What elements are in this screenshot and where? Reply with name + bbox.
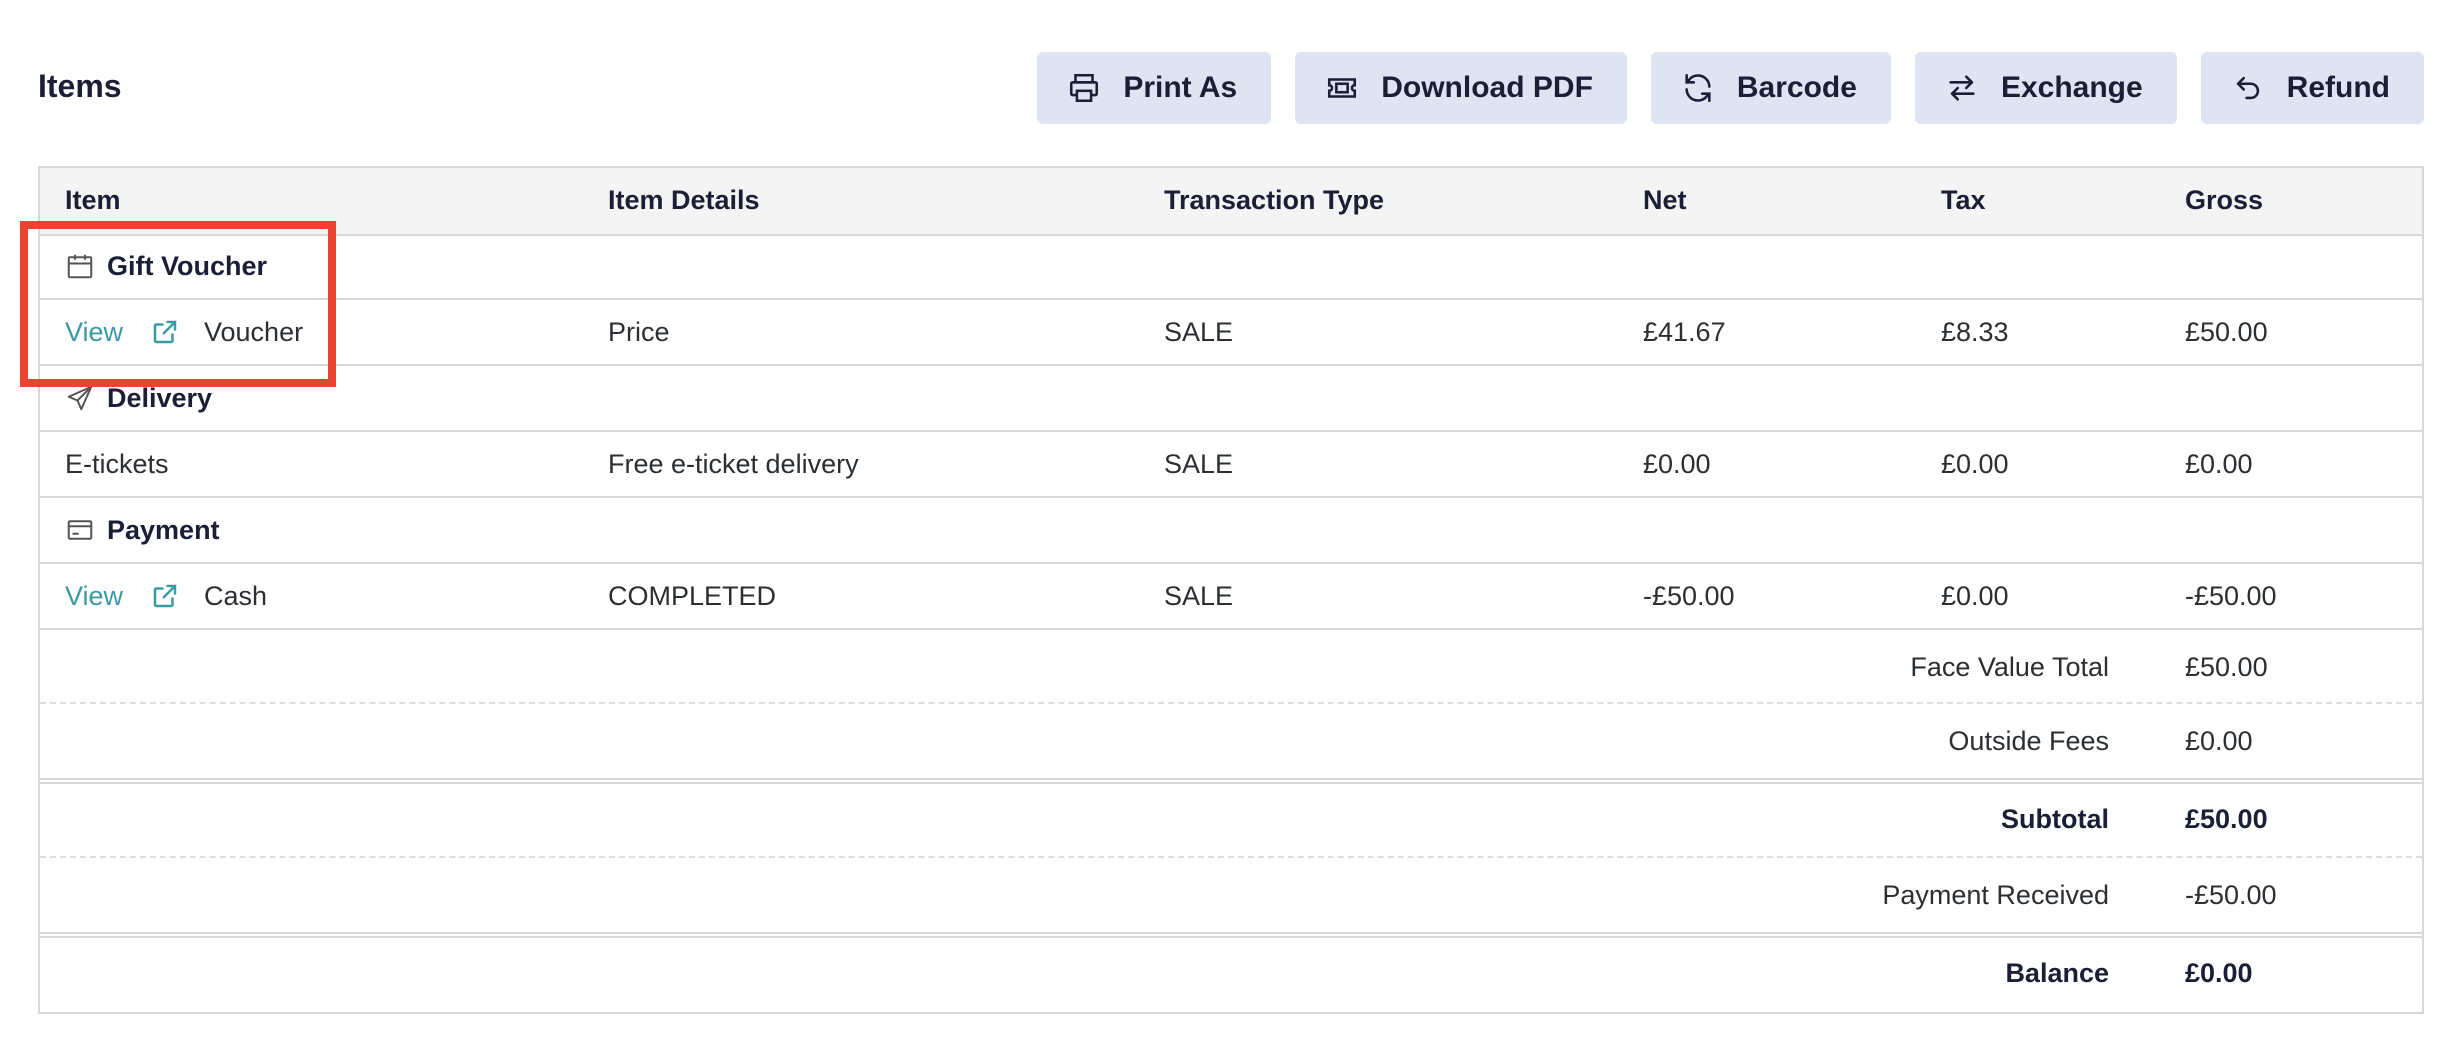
table-row: View Cash COMPLETED SALE -£50.00 £0.00 -… bbox=[40, 564, 2422, 630]
refresh-icon bbox=[1685, 73, 1711, 103]
gross-value: £0.00 bbox=[2185, 449, 2253, 479]
net-value: £41.67 bbox=[1643, 317, 1726, 347]
toolbar: Print As Download PDF Barcode Exchange R… bbox=[1037, 52, 2424, 124]
item-details: Price bbox=[608, 317, 670, 347]
table-header: Item Item Details Transaction Type Net T… bbox=[40, 168, 2422, 236]
payment-received-label: Payment Received bbox=[1882, 880, 2109, 910]
table-row: View Voucher Price SALE £41.67 £8.33 £50… bbox=[40, 300, 2422, 366]
ticket-icon bbox=[1328, 78, 1357, 98]
item-name: Cash bbox=[204, 581, 268, 611]
refund-button[interactable]: Refund bbox=[2200, 52, 2424, 124]
external-link-icon[interactable] bbox=[150, 581, 180, 611]
view-link[interactable]: View bbox=[65, 564, 123, 628]
barcode-label: Barcode bbox=[1736, 71, 1857, 104]
exchange-label: Exchange bbox=[2000, 71, 2143, 104]
item-details: Free e-ticket delivery bbox=[608, 449, 859, 479]
tax-value: £8.33 bbox=[1941, 317, 2009, 347]
col-tax: Tax bbox=[1941, 185, 1986, 215]
col-gross: Gross bbox=[2185, 185, 2264, 215]
payment-received-value: -£50.00 bbox=[2185, 880, 2277, 910]
face-value-total-row: Face Value Total £50.00 bbox=[40, 630, 2422, 704]
balance-value: £0.00 bbox=[2185, 958, 2253, 988]
subtotal-row: Subtotal £50.00 bbox=[40, 778, 2422, 858]
print-as-label: Print As bbox=[1123, 71, 1238, 104]
group-label-text: Payment bbox=[107, 515, 220, 545]
col-item-details: Item Details bbox=[608, 185, 760, 215]
group-row-delivery: Delivery bbox=[40, 366, 2422, 432]
printer-icon bbox=[1070, 73, 1099, 103]
tax-value: £0.00 bbox=[1941, 581, 2009, 611]
gross-value: -£50.00 bbox=[2185, 581, 2277, 611]
calendar-icon bbox=[67, 254, 93, 279]
col-item: Item bbox=[65, 185, 121, 215]
balance-label: Balance bbox=[2005, 958, 2109, 988]
view-link[interactable]: View bbox=[65, 300, 123, 364]
group-row-gift-voucher: Gift Voucher bbox=[40, 234, 2422, 300]
refund-label: Refund bbox=[2286, 71, 2390, 104]
payment-received-row: Payment Received -£50.00 bbox=[40, 858, 2422, 932]
outside-fees-row: Outside Fees £0.00 bbox=[40, 704, 2422, 778]
group-label-text: Gift Voucher bbox=[107, 251, 268, 281]
download-pdf-button[interactable]: Download PDF bbox=[1295, 52, 1627, 124]
item-name: Voucher bbox=[204, 317, 304, 347]
group-label: Gift Voucher bbox=[65, 234, 267, 298]
item-details: COMPLETED bbox=[608, 581, 777, 611]
print-as-button[interactable]: Print As bbox=[1037, 52, 1272, 124]
net-value: £0.00 bbox=[1643, 449, 1711, 479]
col-transaction-type: Transaction Type bbox=[1164, 185, 1385, 215]
transaction-type: SALE bbox=[1164, 449, 1234, 479]
outside-fees-label: Outside Fees bbox=[1948, 726, 2109, 756]
external-link-icon[interactable] bbox=[150, 317, 180, 347]
subtotal-value: £50.00 bbox=[2185, 804, 2268, 834]
transaction-type: SALE bbox=[1164, 317, 1234, 347]
outside-fees-value: £0.00 bbox=[2185, 726, 2253, 756]
gross-value: £50.00 bbox=[2185, 317, 2268, 347]
net-value: -£50.00 bbox=[1643, 581, 1735, 611]
section-title: Items bbox=[38, 68, 122, 104]
credit-card-icon bbox=[67, 520, 93, 540]
tax-value: £0.00 bbox=[1941, 449, 2009, 479]
face-value-total-value: £50.00 bbox=[2185, 652, 2268, 682]
transaction-type: SALE bbox=[1164, 581, 1234, 611]
group-label-text: Delivery bbox=[107, 383, 213, 413]
balance-row: Balance £0.00 bbox=[40, 932, 2422, 1012]
group-label: Payment bbox=[65, 498, 220, 562]
group-label: Delivery bbox=[65, 366, 212, 430]
table-row: E-tickets Free e-ticket delivery SALE £0… bbox=[40, 432, 2422, 498]
subtotal-label: Subtotal bbox=[2001, 804, 2109, 834]
col-net: Net bbox=[1643, 185, 1687, 215]
group-row-payment: Payment bbox=[40, 498, 2422, 564]
exchange-button[interactable]: Exchange bbox=[1914, 52, 2177, 124]
paper-plane-icon bbox=[67, 385, 93, 411]
barcode-button[interactable]: Barcode bbox=[1650, 52, 1891, 124]
undo-icon bbox=[2236, 76, 2259, 100]
item-name: E-tickets bbox=[65, 449, 169, 479]
items-table: Item Item Details Transaction Type Net T… bbox=[38, 166, 2424, 1014]
face-value-total-label: Face Value Total bbox=[1910, 652, 2109, 682]
download-pdf-label: Download PDF bbox=[1381, 71, 1593, 104]
exchange-icon bbox=[1949, 75, 1975, 101]
